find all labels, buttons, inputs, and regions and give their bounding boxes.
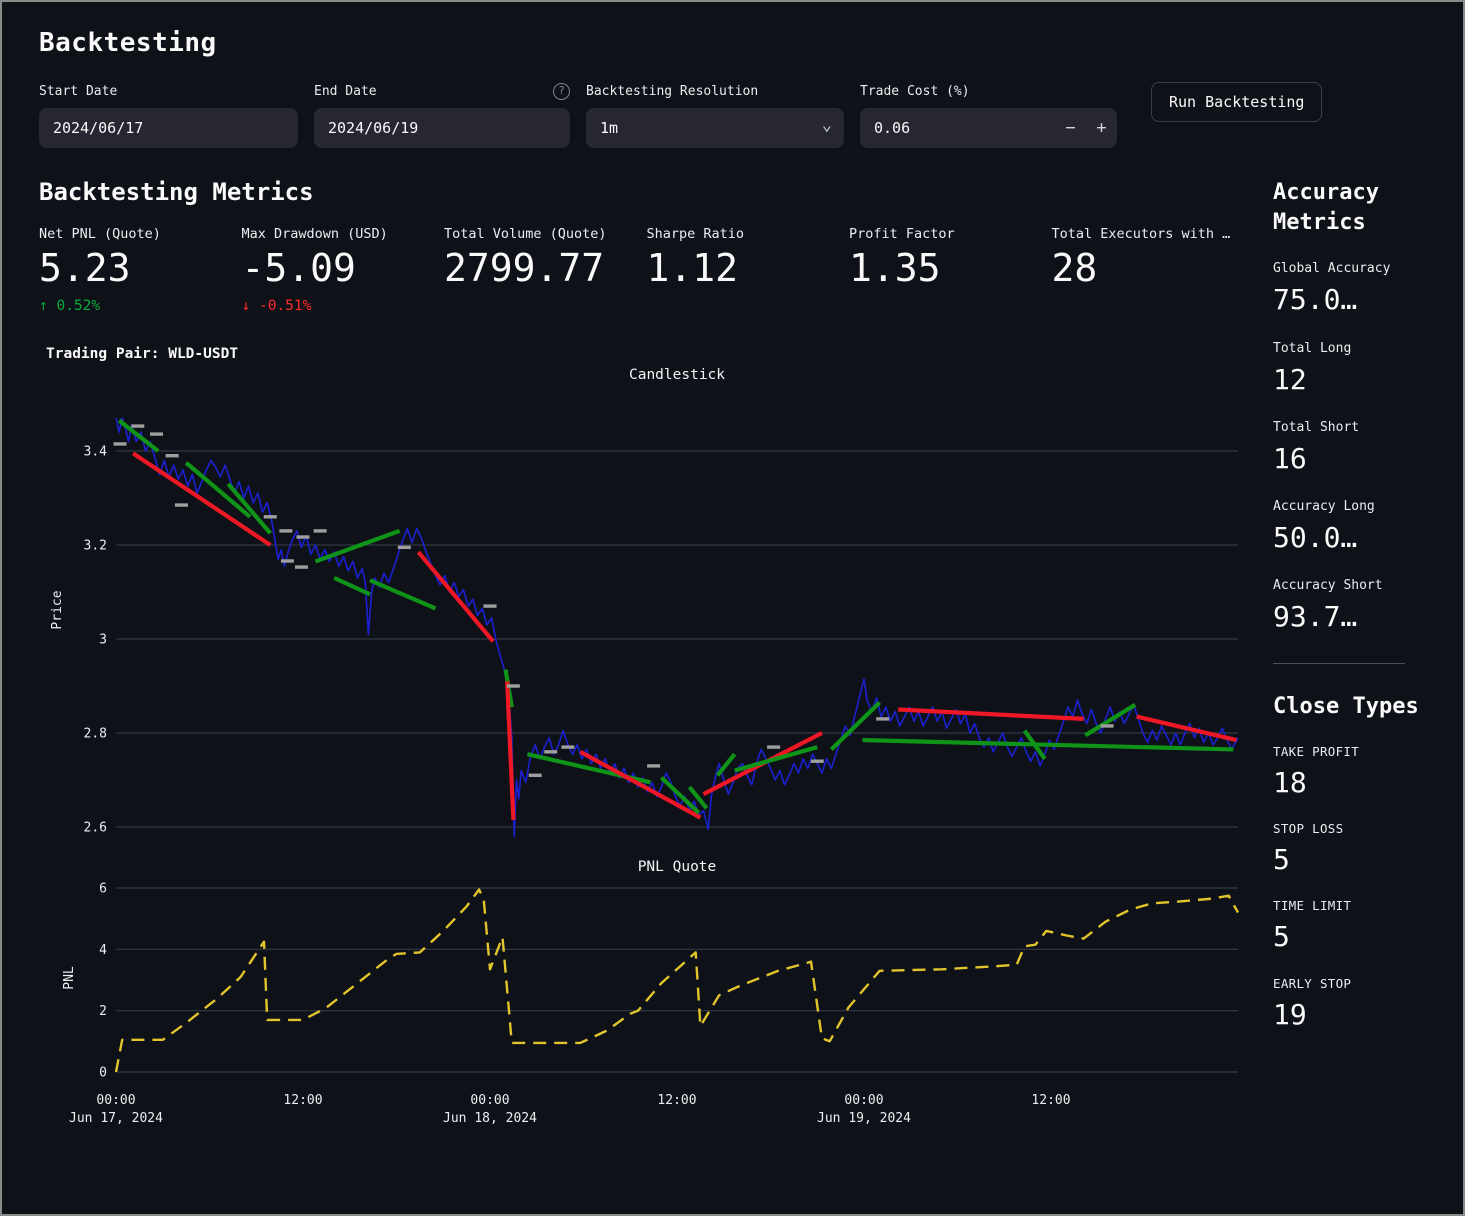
side-metric-accuracy-short: Accuracy Short 93.7… bbox=[1273, 578, 1451, 633]
resolution-label: Backtesting Resolution bbox=[586, 84, 758, 99]
svg-text:3: 3 bbox=[99, 632, 107, 647]
svg-text:4: 4 bbox=[99, 943, 107, 958]
metrics-section-heading: Backtesting Metrics bbox=[39, 178, 1256, 206]
side-metric-accuracy-long: Accuracy Long 50.0… bbox=[1273, 499, 1451, 554]
chart-panel: Trading Pair: WLD-USDT 3.4 3.2 3 2.8 2.6 6 4 2 0… bbox=[39, 338, 1256, 1132]
trade-cost-label: Trade Cost (%) bbox=[860, 84, 970, 99]
trade-cost-field-group: Trade Cost (%) 0.06 − + bbox=[860, 82, 1117, 148]
main-column: Backtesting Metrics Net PNL (Quote) 5.23… bbox=[39, 178, 1256, 1132]
sidebar: Accuracy Metrics Global Accuracy 75.0… T… bbox=[1273, 178, 1451, 1132]
side-metric-total-short: Total Short 16 bbox=[1273, 420, 1451, 475]
close-types-heading: Close Types bbox=[1273, 692, 1451, 722]
close-type-time-limit: TIME LIMIT 5 bbox=[1273, 898, 1451, 953]
svg-text:6: 6 bbox=[99, 881, 107, 896]
resolution-select[interactable]: 1m ⌄ bbox=[586, 108, 844, 148]
metric-total-executors: Total Executors with … 28 bbox=[1052, 226, 1255, 316]
metric-label: Total Executors with … bbox=[1052, 226, 1255, 242]
svg-text:2.8: 2.8 bbox=[84, 726, 107, 741]
metric-max-drawdown: Max Drawdown (USD) -5.09 ↓ -0.51% bbox=[242, 226, 445, 316]
backtest-config-form: Start Date End Date ? Backtesting Resolu… bbox=[39, 82, 1438, 148]
metric-value: 1.35 bbox=[849, 248, 1052, 290]
content-row: Backtesting Metrics Net PNL (Quote) 5.23… bbox=[39, 178, 1438, 1132]
svg-text:12:00: 12:00 bbox=[283, 1093, 322, 1108]
metric-sharpe-ratio: Sharpe Ratio 1.12 bbox=[647, 226, 850, 316]
metric-total-volume: Total Volume (Quote) 2799.77 bbox=[444, 226, 647, 316]
start-date-input[interactable] bbox=[39, 108, 298, 148]
svg-text:Jun 19, 2024: Jun 19, 2024 bbox=[817, 1111, 911, 1126]
metric-label: Max Drawdown (USD) bbox=[242, 226, 445, 242]
svg-text:3.4: 3.4 bbox=[84, 444, 108, 459]
metric-label: Profit Factor bbox=[849, 226, 1052, 242]
trading-pair-label: Trading Pair: WLD-USDT bbox=[46, 346, 238, 362]
metrics-row: Net PNL (Quote) 5.23 ↑ 0.52% Max Drawdow… bbox=[39, 226, 1256, 316]
metric-profit-factor: Profit Factor 1.35 bbox=[849, 226, 1052, 316]
close-type-stop-loss: STOP LOSS 5 bbox=[1273, 821, 1451, 876]
metric-delta: ↑ 0.52% bbox=[39, 298, 242, 316]
backtest-charts-canvas[interactable]: 3.4 3.2 3 2.8 2.6 6 4 2 0 Candlestick PNL Quote Pri… bbox=[39, 338, 1256, 1132]
delta-up-arrow-icon: ↑ bbox=[39, 298, 48, 314]
svg-text:2: 2 bbox=[99, 1004, 107, 1019]
metric-value: 1.12 bbox=[647, 248, 850, 290]
metric-value: 28 bbox=[1052, 248, 1255, 290]
resolution-selected-value: 1m bbox=[600, 119, 618, 137]
metric-delta: ↓ -0.51% bbox=[242, 298, 445, 316]
trade-cost-input[interactable]: 0.06 − + bbox=[860, 108, 1117, 148]
svg-text:Price: Price bbox=[50, 590, 65, 629]
accuracy-metrics-heading: Accuracy Metrics bbox=[1273, 178, 1451, 237]
metric-label: Total Volume (Quote) bbox=[444, 226, 647, 242]
metric-net-pnl: Net PNL (Quote) 5.23 ↑ 0.52% bbox=[39, 226, 242, 316]
delta-down-arrow-icon: ↓ bbox=[242, 298, 251, 314]
metric-value: -5.09 bbox=[242, 248, 445, 290]
svg-text:PNL: PNL bbox=[62, 966, 77, 990]
end-date-label: End Date bbox=[314, 84, 377, 99]
metric-label: Net PNL (Quote) bbox=[39, 226, 242, 242]
svg-text:PNL Quote: PNL Quote bbox=[638, 859, 717, 875]
close-type-early-stop: EARLY STOP 19 bbox=[1273, 976, 1451, 1031]
svg-text:00:00: 00:00 bbox=[470, 1093, 509, 1108]
svg-text:Jun 18, 2024: Jun 18, 2024 bbox=[443, 1111, 537, 1126]
side-metric-total-long: Total Long 12 bbox=[1273, 341, 1451, 396]
start-date-label: Start Date bbox=[39, 84, 117, 99]
svg-text:12:00: 12:00 bbox=[1031, 1093, 1070, 1108]
metric-label: Sharpe Ratio bbox=[647, 226, 850, 242]
start-date-field-group: Start Date bbox=[39, 82, 298, 148]
svg-text:Candlestick: Candlestick bbox=[629, 367, 725, 383]
trade-cost-value: 0.06 bbox=[874, 119, 1055, 137]
svg-text:3.2: 3.2 bbox=[84, 538, 107, 553]
svg-text:12:00: 12:00 bbox=[657, 1093, 696, 1108]
page-title: Backtesting bbox=[39, 28, 1438, 58]
help-icon[interactable]: ? bbox=[553, 83, 570, 100]
run-backtesting-button[interactable]: Run Backtesting bbox=[1151, 82, 1322, 122]
increment-button[interactable]: + bbox=[1086, 108, 1117, 148]
metric-value: 2799.77 bbox=[444, 248, 647, 290]
svg-text:0: 0 bbox=[99, 1065, 107, 1080]
svg-text:2.6: 2.6 bbox=[84, 820, 107, 835]
svg-text:Jun 17, 2024: Jun 17, 2024 bbox=[69, 1111, 163, 1126]
resolution-field-group: Backtesting Resolution 1m ⌄ bbox=[586, 82, 844, 148]
side-metric-global-accuracy: Global Accuracy 75.0… bbox=[1273, 261, 1451, 316]
close-type-take-profit: TAKE PROFIT 18 bbox=[1273, 744, 1451, 799]
end-date-field-group: End Date ? bbox=[314, 82, 570, 148]
chevron-down-icon: ⌄ bbox=[822, 120, 832, 130]
metric-value: 5.23 bbox=[39, 248, 242, 290]
svg-text:00:00: 00:00 bbox=[96, 1093, 135, 1108]
sidebar-divider bbox=[1273, 663, 1405, 664]
decrement-button[interactable]: − bbox=[1055, 108, 1086, 148]
end-date-input[interactable] bbox=[314, 108, 570, 148]
backtesting-app: Backtesting Start Date End Date ? Backte… bbox=[0, 0, 1465, 1216]
svg-text:00:00: 00:00 bbox=[844, 1093, 883, 1108]
